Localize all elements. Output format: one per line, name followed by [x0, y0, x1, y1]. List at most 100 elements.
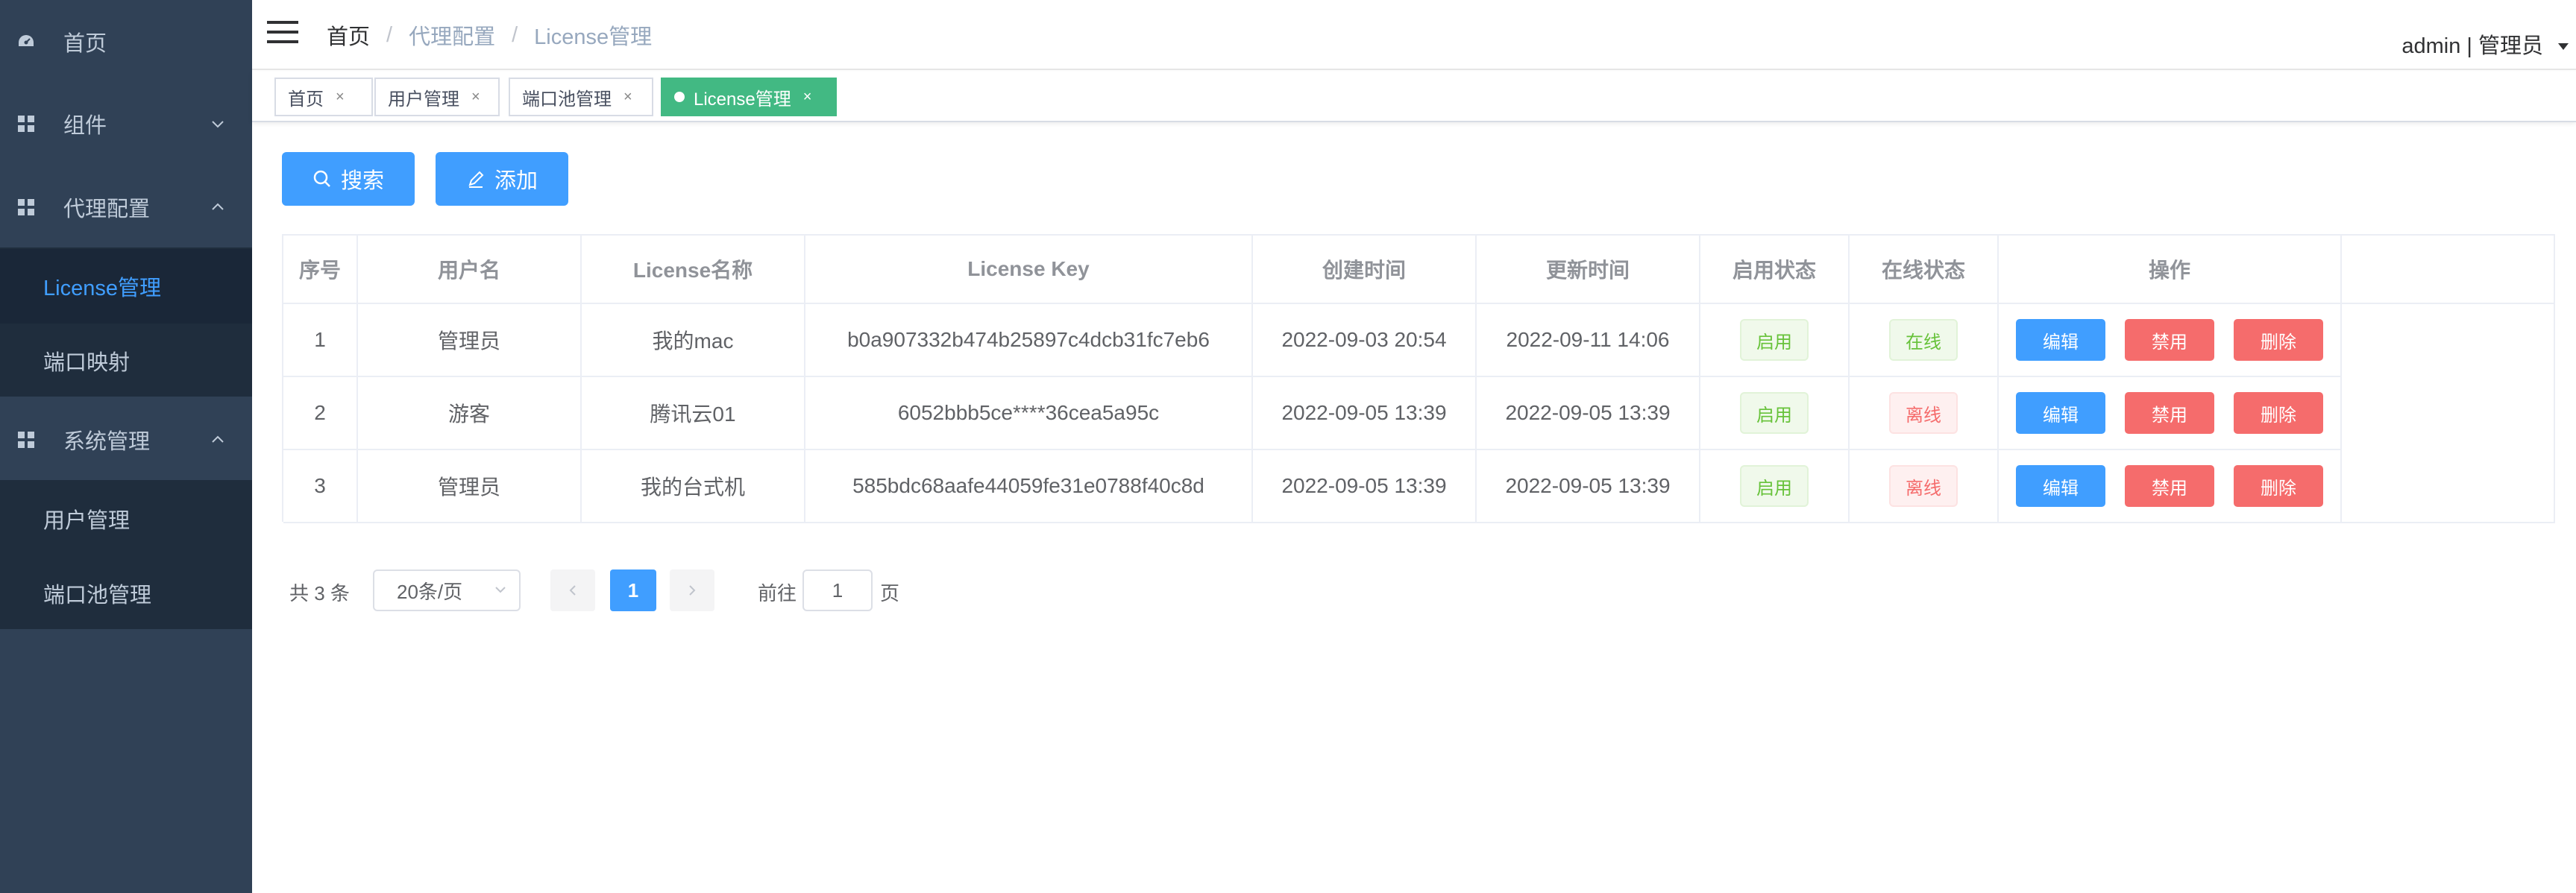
hamburger-icon[interactable] [267, 19, 298, 45]
table-header-cell: 在线状态 [1850, 236, 1999, 304]
edit-icon [468, 171, 484, 188]
page-size-value: 20条/页 [397, 580, 463, 603]
sidebar-item-port-pool[interactable]: 端口池管理 [0, 556, 252, 631]
breadcrumb-home[interactable]: 首页 [327, 19, 370, 51]
tag-label: 用户管理 [388, 89, 459, 110]
page-number-button[interactable]: 1 [610, 569, 656, 611]
tag-users[interactable]: 用户管理 × [374, 78, 500, 116]
search-button-label: 搜索 [340, 169, 384, 193]
row-license-key: 6052bbb5ce****36cea5a95c [805, 377, 1253, 450]
edit-button[interactable]: 编辑 [2016, 319, 2105, 361]
row-spacer [2342, 304, 2555, 377]
row-index: 1 [283, 304, 358, 377]
edit-button[interactable]: 编辑 [2016, 392, 2105, 434]
add-button-label: 添加 [494, 169, 538, 193]
online-badge: 离线 [1889, 392, 1958, 434]
dashboard-icon [19, 35, 34, 46]
table-header-cell: 启用状态 [1700, 236, 1850, 304]
navbar: 首页 / 代理配置 / License管理 admin | 管理员 [252, 0, 2576, 70]
page-size-select[interactable]: 20条/页 [373, 569, 521, 611]
chevron-down-icon [212, 121, 224, 128]
enabled-badge: 启用 [1740, 465, 1809, 507]
breadcrumb-separator: / [386, 22, 393, 47]
delete-button[interactable]: 删除 [2234, 465, 2323, 507]
delete-button[interactable]: 删除 [2234, 392, 2323, 434]
tag-home[interactable]: 首页 × [274, 78, 373, 116]
sidebar-item-label: 端口映射 [43, 351, 131, 375]
enabled-badge: 启用 [1740, 392, 1809, 434]
sidebar-item-proxy-config[interactable]: 代理配置 [0, 173, 252, 242]
row-updated: 2022-09-05 13:39 [1477, 450, 1700, 523]
close-icon[interactable]: × [471, 89, 480, 106]
chevron-left-icon [569, 585, 576, 596]
tags-view: 首页 × 用户管理 × 端口池管理 × License管理 × [252, 72, 2576, 122]
close-icon[interactable]: × [336, 89, 345, 106]
table-row: 1 管理员 我的mac b0a907332b474b25897c4dcb31fc… [283, 304, 2555, 377]
row-user: 管理员 [358, 450, 582, 523]
sidebar-item-users[interactable]: 用户管理 [0, 482, 252, 556]
row-created: 2022-09-05 13:39 [1253, 450, 1477, 523]
table-header-cell: License名称 [582, 236, 805, 304]
table-header-cell: 操作 [1999, 236, 2342, 304]
search-button[interactable]: 搜索 [282, 152, 415, 206]
disable-button[interactable]: 禁用 [2125, 465, 2214, 507]
goto-page-input[interactable]: 1 [802, 569, 873, 611]
row-online-cell: 离线 [1850, 377, 1999, 450]
row-actions: 编辑 禁用 删除 [1999, 377, 2342, 450]
chevron-right-icon [689, 585, 696, 596]
row-updated: 2022-09-05 13:39 [1477, 377, 1700, 450]
online-badge: 在线 [1889, 319, 1958, 361]
close-icon[interactable]: × [623, 89, 632, 106]
row-license-name: 我的mac [582, 304, 805, 377]
sidebar-item-port-mapping[interactable]: 端口映射 [0, 324, 252, 398]
row-user: 游客 [358, 377, 582, 450]
sidebar-item-label: 代理配置 [63, 198, 151, 221]
edit-button[interactable]: 编辑 [2016, 465, 2105, 507]
sidebar-item-label: 首页 [63, 32, 107, 56]
pagination-total: 共 3 条 [289, 582, 350, 605]
sidebar-item-license[interactable]: License管理 [0, 249, 252, 324]
row-actions: 编辑 禁用 删除 [1999, 450, 2342, 523]
delete-button[interactable]: 删除 [2234, 319, 2323, 361]
table-header-cell: 用户名 [358, 236, 582, 304]
breadcrumb-current: License管理 [534, 25, 653, 49]
row-license-name: 腾讯云01 [582, 377, 805, 450]
table-header-cell: 更新时间 [1477, 236, 1700, 304]
add-button[interactable]: 添加 [436, 152, 568, 206]
user-menu[interactable]: admin | 管理员 [2401, 28, 2543, 60]
table-row: 2 游客 腾讯云01 6052bbb5ce****36cea5a95c 2022… [283, 377, 2555, 450]
license-table: 序号 用户名 License名称 License Key 创建时间 更新时间 启… [282, 234, 2555, 523]
row-online-cell: 在线 [1850, 304, 1999, 377]
row-actions: 编辑 禁用 删除 [1999, 304, 2342, 377]
search-icon [313, 170, 330, 187]
breadcrumb-proxy-config: 代理配置 [409, 25, 496, 49]
disable-button[interactable]: 禁用 [2125, 319, 2214, 361]
row-enabled-cell: 启用 [1700, 377, 1850, 450]
enabled-badge: 启用 [1740, 319, 1809, 361]
caret-down-icon[interactable] [2558, 43, 2569, 50]
sidebar-item-home[interactable]: 首页 [0, 7, 252, 76]
tag-port-pool[interactable]: 端口池管理 × [509, 78, 653, 116]
row-user: 管理员 [358, 304, 582, 377]
grid-icon [18, 116, 34, 132]
table-row: 3 管理员 我的台式机 585bdc68aafe44059fe31e0788f4… [283, 450, 2555, 523]
close-icon[interactable]: × [803, 89, 812, 106]
next-page-button[interactable] [670, 569, 714, 611]
goto-unit: 页 [880, 582, 900, 605]
table-header-row: 序号 用户名 License名称 License Key 创建时间 更新时间 启… [283, 236, 2555, 304]
disable-button[interactable]: 禁用 [2125, 392, 2214, 434]
row-license-key: b0a907332b474b25897c4dcb31fc7eb6 [805, 304, 1253, 377]
sidebar-item-label: 系统管理 [63, 430, 151, 454]
row-spacer [2342, 377, 2555, 450]
sidebar-item-components[interactable]: 组件 [0, 89, 252, 158]
sidebar-item-label: 端口池管理 [43, 584, 152, 608]
active-dot-icon [674, 92, 685, 102]
breadcrumb: 首页 / 代理配置 / License管理 [327, 19, 652, 51]
row-enabled-cell: 启用 [1700, 450, 1850, 523]
prev-page-button[interactable] [550, 569, 595, 611]
tag-license[interactable]: License管理 × [661, 78, 837, 116]
chevron-down-icon [495, 587, 506, 593]
row-updated: 2022-09-11 14:06 [1477, 304, 1700, 377]
sidebar-item-system[interactable]: 系统管理 [0, 406, 252, 474]
row-created: 2022-09-03 20:54 [1253, 304, 1477, 377]
